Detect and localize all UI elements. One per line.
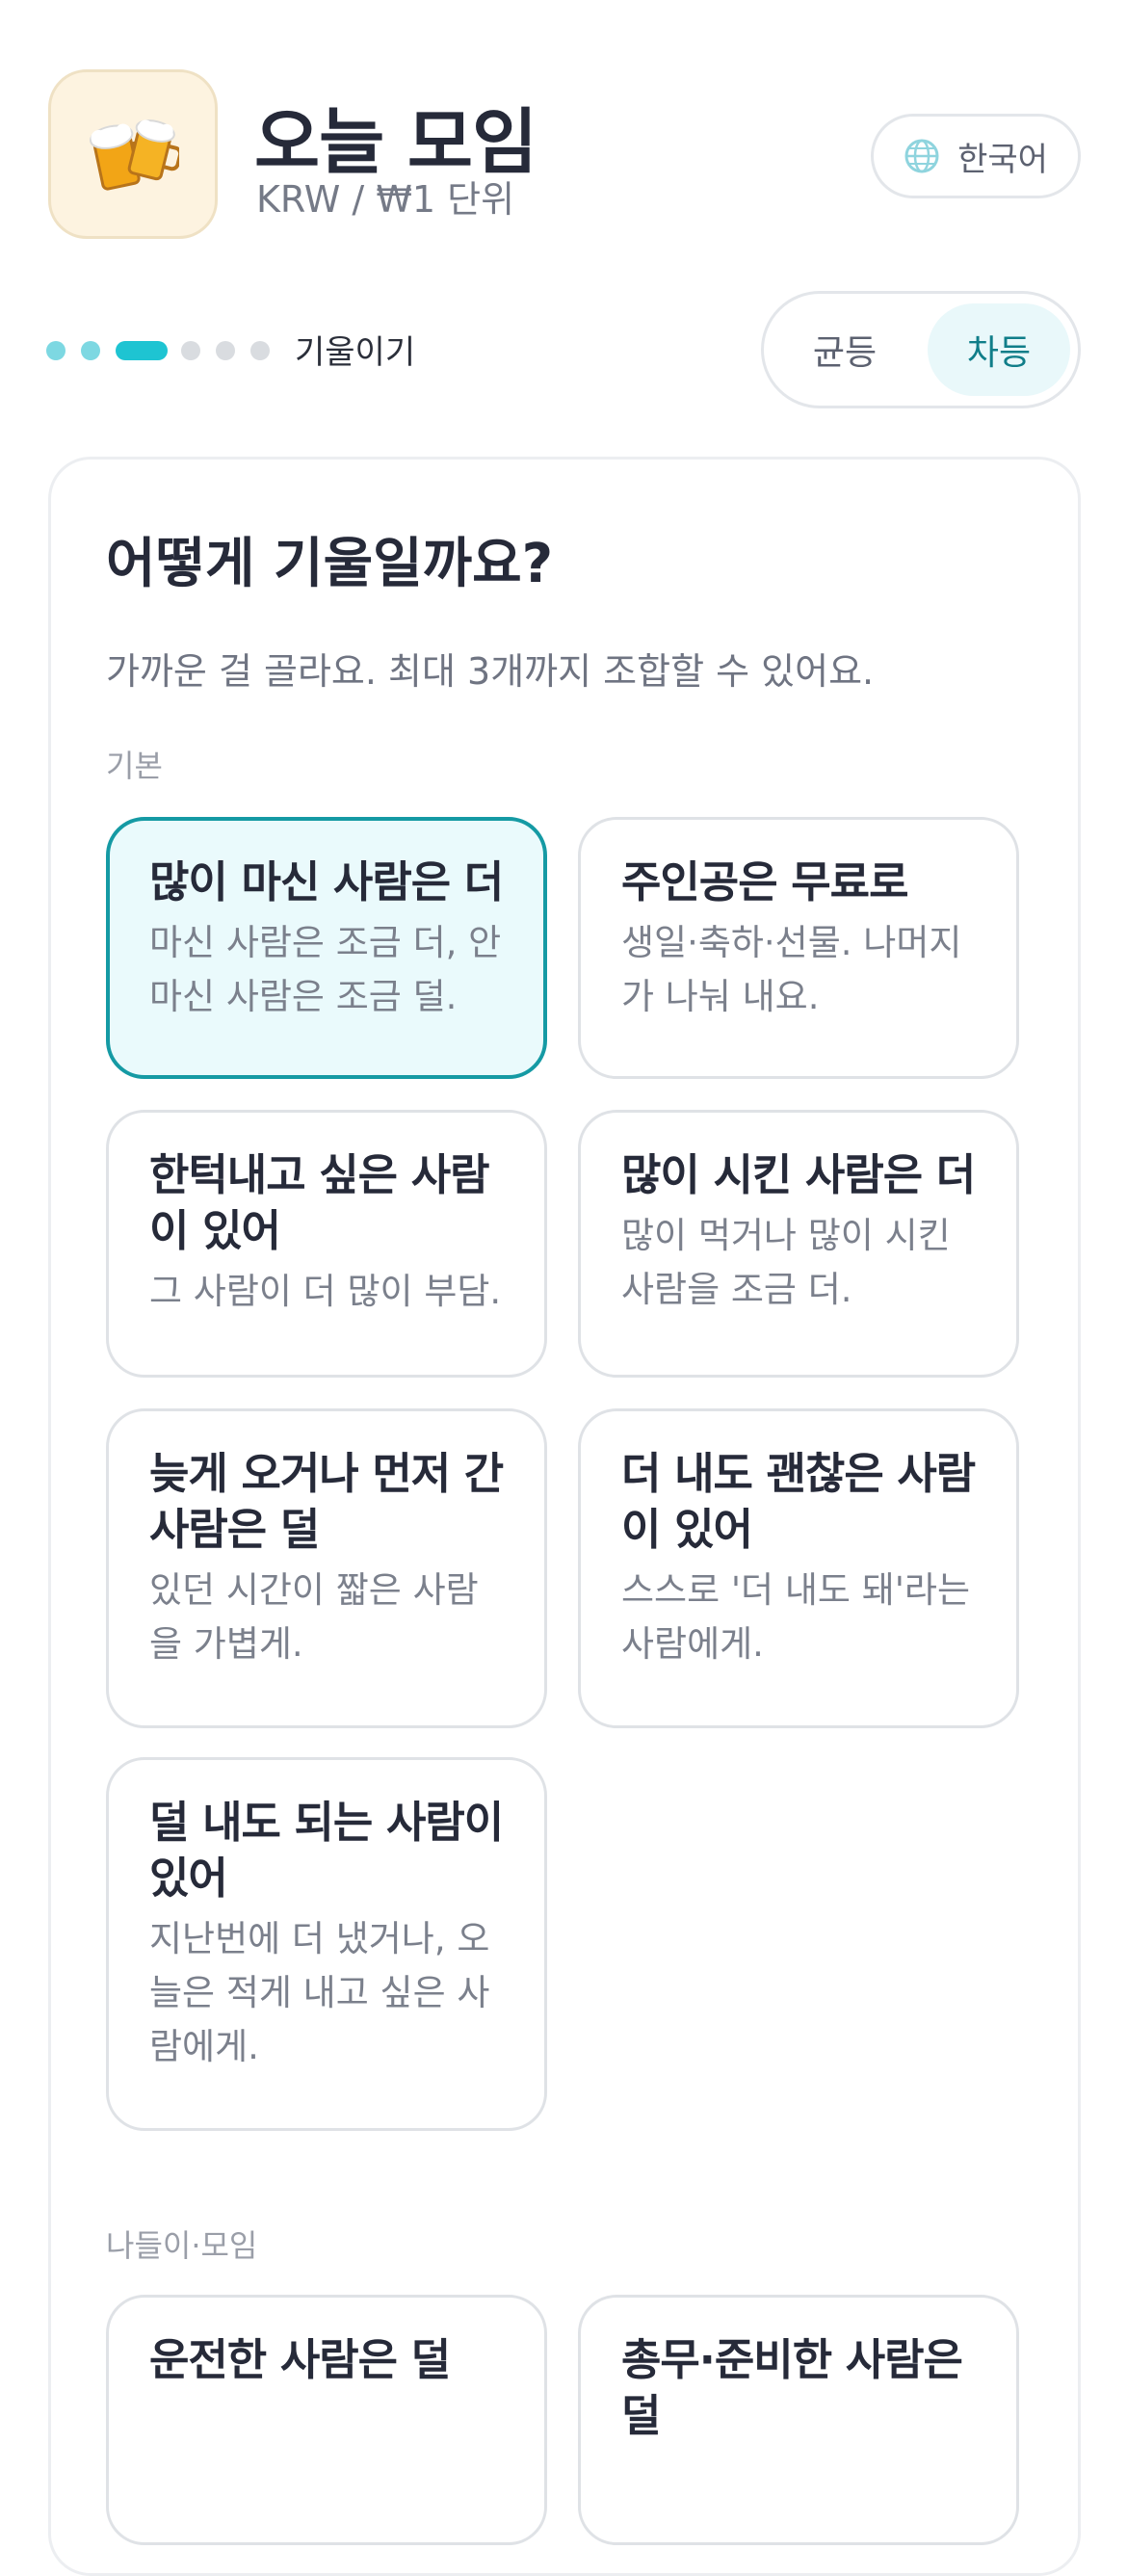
option-title: 총무·준비한 사람은 덜 bbox=[621, 2334, 963, 2441]
step-dot-4 bbox=[181, 341, 200, 360]
app-icon bbox=[48, 69, 218, 239]
section-label-basic: 기본 bbox=[106, 748, 163, 784]
globe-icon bbox=[904, 139, 939, 173]
beer-mugs-icon bbox=[90, 119, 179, 191]
language-label: 한국어 bbox=[957, 140, 1048, 179]
option-title: 많이 시킨 사람은 더 bbox=[621, 1149, 976, 1200]
step-label: 기울이기 bbox=[295, 333, 416, 372]
option-driver-pays-less[interactable]: 운전한 사람은 덜 bbox=[106, 2295, 547, 2545]
option-title: 운전한 사람은 덜 bbox=[149, 2334, 451, 2385]
option-description: 스스로 '더 내도 돼'라는 사람에게. bbox=[621, 1569, 970, 1665]
option-description: 지난번에 더 냈거나, 오늘은 적게 내고 싶은 사람에게. bbox=[149, 1918, 490, 2067]
option-can-pay-less[interactable]: 덜 내도 되는 사람이 있어 지난번에 더 냈거나, 오늘은 적게 내고 싶은 … bbox=[106, 1757, 547, 2131]
language-button[interactable]: 한국어 bbox=[871, 114, 1081, 198]
split-mode-toggle: 균등 차등 bbox=[761, 291, 1081, 408]
option-drank-more[interactable]: 많이 마신 사람은 더 마신 사람은 조금 더, 안 마신 사람은 조금 덜. bbox=[106, 817, 547, 1079]
option-description: 마신 사람은 조금 더, 안 마신 사람은 조금 덜. bbox=[149, 922, 502, 1017]
option-description: 그 사람이 더 많이 부담. bbox=[149, 1271, 502, 1312]
section-label-outing: 나들이·모임 bbox=[106, 2227, 258, 2264]
option-description: 있던 시간이 짧은 사람을 가볍게. bbox=[149, 1569, 479, 1665]
option-title: 많이 마신 사람은 더 bbox=[149, 856, 504, 907]
option-willing-to-pay-more[interactable]: 더 내도 괜찮은 사람이 있어 스스로 '더 내도 돼'라는 사람에게. bbox=[578, 1408, 1019, 1728]
option-title: 주인공은 무료로 bbox=[621, 856, 908, 907]
option-late-or-left-early[interactable]: 늦게 오거나 먼저 간 사람은 덜 있던 시간이 짧은 사람을 가볍게. bbox=[106, 1408, 547, 1728]
option-guest-of-honor-free[interactable]: 주인공은 무료로 생일·축하·선물. 나머지가 나눠 내요. bbox=[578, 817, 1019, 1079]
step-dot-2 bbox=[81, 341, 100, 360]
option-title: 늦게 오거나 먼저 간 사람은 덜 bbox=[149, 1448, 504, 1555]
option-description: 생일·축하·선물. 나머지가 나눠 내요. bbox=[621, 922, 962, 1017]
option-title: 덜 내도 되는 사람이 있어 bbox=[149, 1797, 504, 1904]
option-title: 한턱내고 싶은 사람이 있어 bbox=[149, 1149, 490, 1256]
step-dot-6 bbox=[250, 341, 270, 360]
step-dot-1 bbox=[46, 341, 66, 360]
option-title: 더 내도 괜찮은 사람이 있어 bbox=[621, 1448, 976, 1555]
step-dot-3-current bbox=[116, 341, 168, 360]
question-description: 가까운 걸 골라요. 최대 3개까지 조합할 수 있어요. bbox=[106, 650, 875, 693]
option-someone-treats[interactable]: 한턱내고 싶은 사람이 있어 그 사람이 더 많이 부담. bbox=[106, 1110, 547, 1378]
question-title: 어떻게 기울일까요? bbox=[106, 533, 554, 595]
option-ordered-more[interactable]: 많이 시킨 사람은 더 많이 먹거나 많이 시킨 사람을 조금 더. bbox=[578, 1110, 1019, 1378]
step-dot-5 bbox=[216, 341, 235, 360]
option-description: 많이 먹거나 많이 시킨 사람을 조금 더. bbox=[621, 1215, 951, 1310]
currency-unit-text: KRW / ₩1 단위 bbox=[256, 178, 515, 221]
split-mode-differential-option[interactable]: 차등 bbox=[928, 303, 1070, 396]
option-organizer-pays-less[interactable]: 총무·준비한 사람은 덜 bbox=[578, 2295, 1019, 2545]
split-mode-equal-option[interactable]: 균등 bbox=[773, 303, 916, 396]
